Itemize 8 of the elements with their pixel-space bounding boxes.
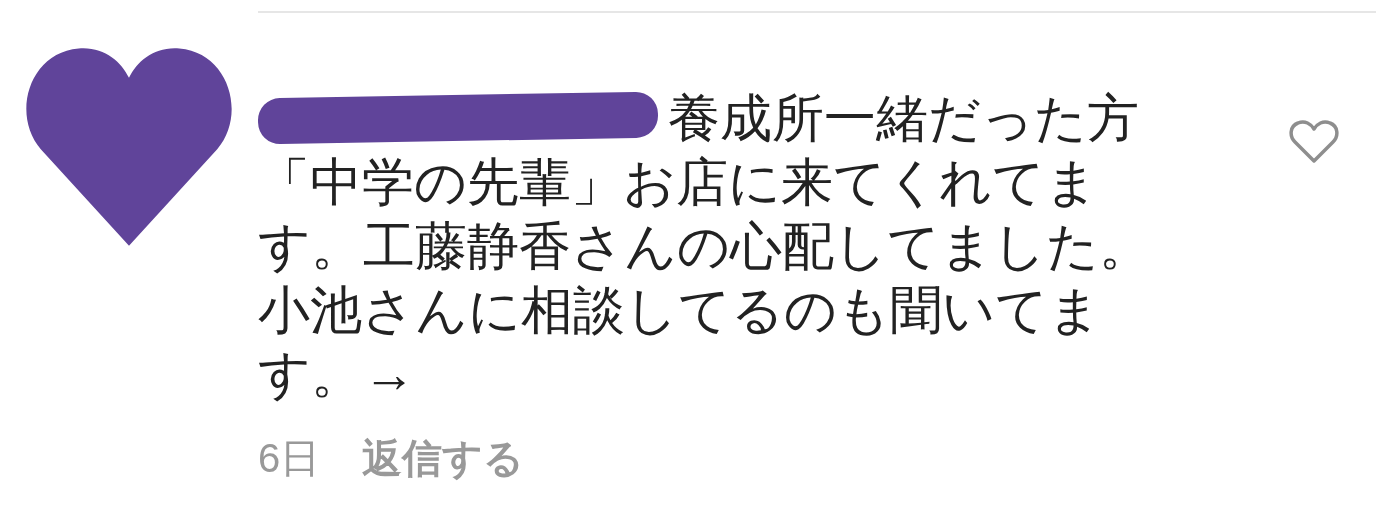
comment-text: 養成所一緒だった方	[668, 88, 1139, 149]
comment-time: 6日	[258, 435, 321, 482]
reply-link[interactable]: 返信する	[362, 434, 525, 482]
comment-text: 「中学の先輩」お店に来てくれてま	[258, 152, 1098, 213]
comment-text: す。→	[258, 344, 415, 405]
heart-icon[interactable]	[1289, 120, 1339, 164]
comment-text: す。工藤静香さんの心配してました。	[258, 216, 1151, 277]
comment-text: 小池さんに相談してるのも聞いてま	[258, 280, 1101, 341]
